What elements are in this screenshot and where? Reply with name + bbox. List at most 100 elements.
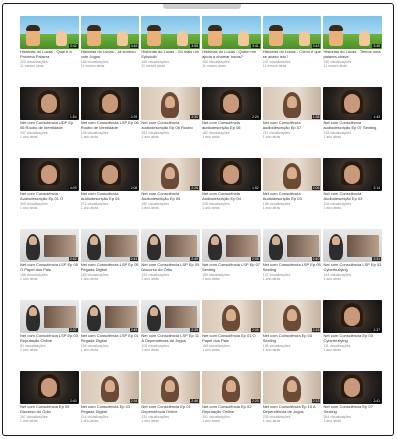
video-thumbnail[interactable]: 2:40	[20, 371, 79, 404]
video-title[interactable]: Net com Consciência LSP Ep 05 O Papel do…	[20, 263, 79, 273]
video-title[interactable]: Net com Consciência LSP Ep 05 Discurso d…	[141, 263, 200, 273]
video-title[interactable]: Net com Consciência LSP Ep 06 Roubo de I…	[81, 121, 140, 131]
video-card[interactable]: 2:46 Net com Consciência Ep 01 Dependênci…	[141, 371, 201, 435]
video-title[interactable]: Net com Consciência audiodescrição Ep 07	[263, 121, 322, 131]
video-card[interactable]: 3:30 Net com Consciência audiodescrição E…	[141, 87, 201, 157]
video-card[interactable]: 2:49 Net com Consciência LSP Ep 05 Discur…	[141, 229, 201, 299]
video-title[interactable]: Net com Consciência Audiodescrição Ep 04	[202, 192, 261, 202]
video-card[interactable]: 2:08 Net com Consciência Audiodescrição E…	[80, 158, 140, 228]
video-card[interactable]: 2:41 Net com Consciência LSP Ep 05 Pegada…	[80, 229, 140, 299]
video-title[interactable]: Net com Consciência Ep 02 Reputação Onli…	[202, 405, 261, 415]
video-card[interactable]: 2:15 Net com Consciência Ep 04 Sexting 194…	[262, 300, 322, 370]
video-thumbnail[interactable]: 2:13	[262, 371, 322, 404]
video-title[interactable]: Net com Consciência Audiodescrição Ep 03	[323, 192, 382, 202]
video-card[interactable]: 2:14 Net com Consciência Audiodescrição E…	[323, 158, 383, 228]
video-title[interactable]: Net com Consciência audiodescrição Ep 07…	[323, 121, 382, 131]
video-thumbnail[interactable]: 1:52	[202, 158, 261, 191]
video-title[interactable]: Net com Consciência UDP Ep 06 Roubo de I…	[20, 121, 79, 131]
video-thumbnail[interactable]: 3:42	[20, 16, 79, 49]
video-title[interactable]: Histórias do Lucas - Temos uma palavra-c…	[323, 50, 382, 60]
video-title[interactable]: Histórias do Lucas - Qual é a Próxima Pa…	[20, 50, 79, 60]
video-thumbnail[interactable]: 2:37	[20, 300, 79, 333]
video-card[interactable]: 4:09 Net com Consciência Audiodescrição E…	[20, 158, 79, 228]
video-card[interactable]: 2:40 Net com Consciência Ep 05 Discurso d…	[20, 371, 79, 435]
video-title[interactable]: Net com Consciência Ep 03 Pegada Digital	[81, 405, 140, 415]
video-card[interactable]: 2:20 Net com Consciência audiodescrição E…	[202, 87, 261, 157]
video-card[interactable]: 2:37 Net com Consciência LSP Ep 03 Reputa…	[20, 300, 79, 370]
video-thumbnail[interactable]: 2:45	[80, 300, 140, 333]
video-thumbnail[interactable]: 3:30	[141, 87, 201, 120]
video-thumbnail[interactable]: 2:40	[262, 229, 322, 262]
video-title[interactable]: Histórias do Lucas - Como é que se acaso…	[263, 50, 322, 60]
video-thumbnail[interactable]: 1:43	[323, 87, 383, 120]
video-thumbnail[interactable]: 4:09	[20, 158, 79, 191]
video-card[interactable]: 2:13 Net com Consciência Ep 10 A Dependên…	[262, 371, 322, 435]
video-thumbnail[interactable]: 3:41	[202, 16, 261, 49]
video-thumbnail[interactable]: 3:43	[262, 16, 322, 49]
video-card[interactable]: 2:29 Net com Consciência LSP Ep 06 Roubo …	[80, 87, 140, 157]
video-thumbnail[interactable]: 2:15	[262, 300, 322, 333]
video-thumbnail[interactable]: 2:05	[202, 229, 261, 262]
video-title[interactable]: Net com Consciência LSP Ep 05 Sexting	[263, 263, 322, 273]
video-title[interactable]: Net com Consciência Ep 03 Cyberbullying	[323, 334, 382, 344]
video-card[interactable]: 2:20 Net com Consciência Ep 02 Reputação …	[202, 371, 261, 435]
video-thumbnail[interactable]: 2:26	[141, 158, 201, 191]
video-card[interactable]: 3:42 Histórias do Lucas - Qual é a Próxim…	[20, 16, 79, 86]
video-title[interactable]: Net com Consciência Audiodescrição Ep 05	[141, 192, 200, 202]
video-title[interactable]: Net com Consciência LSP Ep 03 Reputação …	[20, 334, 79, 344]
video-thumbnail[interactable]: 2:35	[141, 300, 201, 333]
video-title[interactable]: Net com Consciência Audiodescrição Ep 03	[263, 192, 322, 202]
video-title[interactable]: Net com Consciência LSP Ep 01 Pegada Dig…	[81, 334, 140, 344]
video-card[interactable]: 2:05 Net com Consciência LSP Ep 07 Sextin…	[202, 229, 261, 299]
video-thumbnail[interactable]: 2:14	[323, 158, 383, 191]
video-title[interactable]: Net com Consciência Ep 07 Sexting	[323, 405, 382, 415]
video-title[interactable]: Net com Consciência LSP Ep 11 A Dependên…	[141, 334, 200, 344]
video-thumbnail[interactable]: 3:55	[141, 16, 201, 49]
video-thumbnail[interactable]: 2:37	[323, 300, 383, 333]
video-thumbnail[interactable]: 2:41	[323, 371, 383, 404]
video-title[interactable]: Net com Consciência Audiodescrição Ep 04	[81, 192, 140, 202]
video-card[interactable]: 2:06 Net com Consciência Ep 01 O Papel do…	[202, 300, 261, 370]
video-thumbnail[interactable]: 2:34	[80, 371, 140, 404]
video-thumbnail[interactable]: 2:20	[202, 371, 261, 404]
video-card[interactable]: 1:54 Net com Consciência UDP Ep 06 Roubo …	[20, 87, 79, 157]
video-card[interactable]: 2:31 Net com Consciência LSP Ep 03 Cyberb…	[323, 229, 383, 299]
video-thumbnail[interactable]: 3:45	[323, 16, 383, 49]
video-card[interactable]: 2:45 Net com Consciência LSP Ep 01 Pegada…	[80, 300, 140, 370]
video-thumbnail[interactable]: 2:31	[323, 229, 383, 262]
video-card[interactable]: 1:38 Net com Consciência audiodescrição E…	[262, 87, 322, 157]
video-title[interactable]: Histórias do Lucas - Já sonhou com Jogos	[81, 50, 140, 60]
video-card[interactable]: 2:37 Net com Consciência Ep 03 Cyberbully…	[323, 300, 383, 370]
video-thumbnail[interactable]: 2:08	[80, 158, 140, 191]
video-title[interactable]: Net com Consciência audiodescrição Ep 06	[202, 121, 261, 131]
video-card[interactable]: 1:52 Net com Consciência Audiodescrição E…	[202, 158, 261, 228]
video-title[interactable]: Net com Consciência Audiodescrição Ep 01…	[20, 192, 79, 202]
video-thumbnail[interactable]: 1:54	[20, 87, 79, 120]
video-title[interactable]: Net com Consciência Ep 01 Dependência On…	[141, 405, 200, 415]
video-card[interactable]: 3:41 Histórias do Lucas - Quem me ajuda a…	[202, 16, 261, 86]
video-title[interactable]: Net com Consciência Ep 05 Discurso do Ód…	[20, 405, 79, 415]
video-title[interactable]: Histórias do Lucas - Quem me ajuda a cha…	[202, 50, 261, 60]
video-card[interactable]: 2:06 Net com Consciência Audiodescrição E…	[262, 158, 322, 228]
video-title[interactable]: Net com Consciência Ep 01 O Papel dos Pa…	[202, 334, 261, 344]
video-title[interactable]: Net com Consciência LSP Ep 05 Pegada Dig…	[81, 263, 140, 273]
video-thumbnail[interactable]: 2:06	[262, 158, 322, 191]
video-title[interactable]: Net com Consciência Ep 04 Sexting	[263, 334, 322, 344]
video-card[interactable]: 1:43 Net com Consciência audiodescrição E…	[323, 87, 383, 157]
video-card[interactable]: 2:35 Net com Consciência LSP Ep 11 A Depe…	[141, 300, 201, 370]
video-title[interactable]: Net com Consciência LSP Ep 07 Sexting	[202, 263, 261, 273]
video-thumbnail[interactable]: 2:20	[202, 87, 261, 120]
video-card[interactable]: 2:41 Net com Consciência Ep 07 Sexting 264…	[323, 371, 383, 435]
video-thumbnail[interactable]: 2:46	[141, 371, 201, 404]
video-card[interactable]: 3:45 Histórias do Lucas - Temos uma palav…	[323, 16, 383, 86]
video-card[interactable]: 2:34 Net com Consciência Ep 03 Pegada Dig…	[80, 371, 140, 435]
video-card[interactable]: 3:55 Histórias do Lucas - Só mais um Epis…	[141, 16, 201, 86]
video-thumbnail[interactable]: 2:49	[141, 229, 201, 262]
video-thumbnail[interactable]: 2:41	[80, 229, 140, 262]
video-title[interactable]: Histórias do Lucas - Só mais um Episódio	[141, 50, 200, 60]
video-card[interactable]: 2:52 Net com Consciência LSP Ep 05 O Pape…	[20, 229, 79, 299]
video-thumbnail[interactable]: 2:06	[202, 300, 261, 333]
video-title[interactable]: Net com Consciência audiodescrição Ep 08…	[141, 121, 200, 131]
video-card[interactable]: 2:26 Net com Consciência Audiodescrição E…	[141, 158, 201, 228]
video-card[interactable]: 2:40 Net com Consciência LSP Ep 05 Sextin…	[262, 229, 322, 299]
